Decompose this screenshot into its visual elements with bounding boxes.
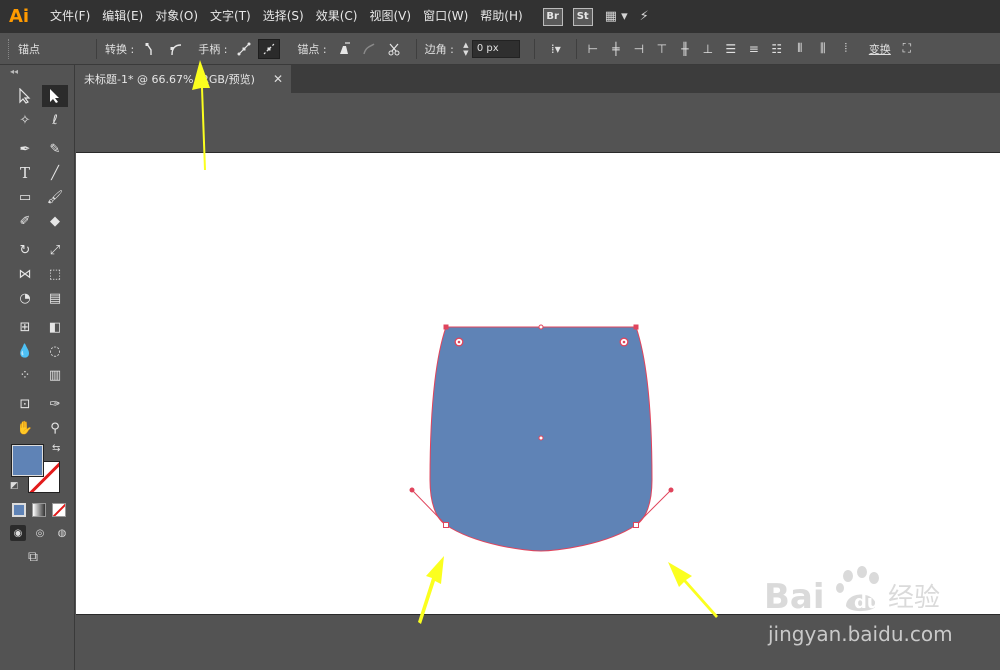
watermark-url: jingyan.baidu.com <box>768 622 953 646</box>
arrow-toolbar <box>192 60 210 170</box>
baidu-watermark: Bai du 经验 jingyan.baidu.com <box>760 560 990 660</box>
arrow-right-handle <box>668 562 718 618</box>
svg-text:经验: 经验 <box>888 583 940 613</box>
baidu-paw-logo: Bai du 经验 <box>764 566 940 617</box>
arrow-left-handle <box>418 556 444 624</box>
svg-text:du: du <box>854 592 880 613</box>
svg-text:Bai: Bai <box>764 577 825 617</box>
fill-color-swatch[interactable] <box>11 444 44 477</box>
illustrator-window: Ai 文件(F) 编辑(E) 对象(O) 文字(T) 选择(S) 效果(C) 视… <box>0 0 1000 670</box>
